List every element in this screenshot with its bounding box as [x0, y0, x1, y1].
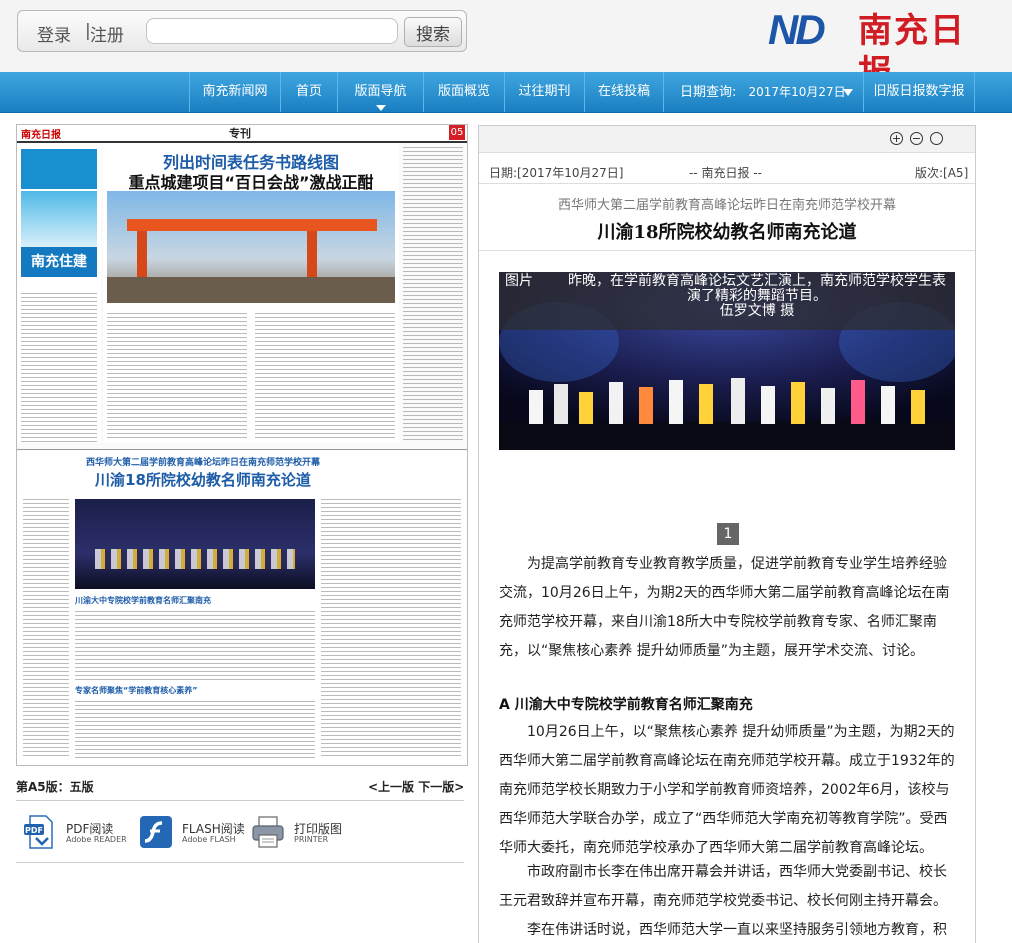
- top-story-headline2: 重点城建项目“百日会战”激战正酣: [128, 173, 374, 192]
- edition-info: 第A5版：五版: [16, 778, 94, 795]
- article-source: -- 南充日报 --: [689, 166, 762, 180]
- article-title: 川渝18所院校幼教名师南充论道: [597, 222, 857, 243]
- date-value: 2017年10月27日: [748, 85, 846, 99]
- article-paragraph-2: 10月26日上午，以“聚焦核心素养 提升幼师质量”为主题，为期2天的西华师大第二…: [499, 724, 955, 856]
- printer-icon: [252, 816, 284, 848]
- left-ad-top: [21, 149, 97, 189]
- main-nav: 南充新闻网 首页 版面导航 版面概览 过往期刊 在线投稿 日期查询: 2017年…: [0, 72, 1012, 113]
- bottom-left-text: [23, 499, 69, 759]
- article-subtitle: 西华师大第二届学前教育高峰论坛昨日在南充师范学校开幕: [557, 198, 896, 213]
- chevron-down-icon: [843, 89, 853, 96]
- divider: [16, 800, 464, 801]
- login-search-box: 登录 | 注册 搜索: [17, 10, 467, 52]
- active-indicator-icon: [375, 105, 386, 111]
- divider: [479, 183, 975, 184]
- top-story-photo: [107, 191, 395, 303]
- bottom-story-kicker: 西华师大第二届学前教育高峰论坛昨日在南充师范学校开幕: [85, 458, 320, 468]
- pdf-read-link[interactable]: PDF PDF阅读 Adobe READER: [22, 814, 132, 854]
- page-divider: [17, 449, 467, 450]
- page-number: 05: [449, 125, 465, 140]
- nav-submit-online[interactable]: 在线投稿: [584, 72, 663, 112]
- bottom-story-headline: 川渝18所院校幼教名师南充论道: [95, 471, 311, 489]
- edition-pager: <上一版 下一版>: [368, 778, 464, 795]
- nav-nanchong-news[interactable]: 南充新闻网: [189, 72, 280, 112]
- prev-edition-link[interactable]: <上一版: [368, 780, 414, 794]
- nav-past-issues[interactable]: 过往期刊: [504, 72, 584, 112]
- site-logo[interactable]: ND 南充日报: [768, 6, 978, 94]
- left-column: 南充住建: [17, 143, 101, 443]
- page-masthead: 南充日报 专刊 05: [17, 125, 467, 143]
- right-column-text: [403, 147, 463, 443]
- article-paragraph-1: 为提高学前教育专业教育教学质量，促进学前教育专业学生培养经验交流，10月26日上…: [499, 556, 950, 659]
- pdf-icon: PDF: [24, 815, 53, 849]
- zoom-reset-icon[interactable]: [930, 132, 943, 145]
- article-date: 日期:[2017年10月27日]: [489, 166, 624, 180]
- top-story-text-2: [255, 313, 395, 441]
- page-masthead-logo: 南充日报: [21, 130, 61, 141]
- svg-text:PDF: PDF: [25, 826, 43, 835]
- page-masthead-tag: 专刊: [229, 127, 251, 140]
- top-bar: 登录 | 注册 搜索 ND 南充日报: [0, 0, 1012, 94]
- flash-read-link[interactable]: FLASH阅读 Adobe FLASH: [138, 814, 248, 854]
- divider: [479, 250, 975, 251]
- edition-label: 第A5版：: [16, 780, 70, 794]
- article-paragraph-3: 市政府副市长李在伟出席开幕会并讲话，西华师大党委副书记、校长王元君致辞并宣布开幕…: [499, 864, 947, 909]
- divider: [16, 862, 464, 863]
- search-input[interactable]: [146, 18, 398, 44]
- photo-label: 图片: [505, 273, 533, 289]
- edition-value: 五版: [69, 780, 94, 794]
- nav-date-query[interactable]: 日期查询: 2017年10月27日: [663, 72, 863, 112]
- flash-icon: [140, 816, 172, 848]
- bottom-right-text: [321, 499, 461, 759]
- login-link[interactable]: 登录: [37, 21, 71, 46]
- left-column-text: [21, 293, 97, 443]
- next-edition-link[interactable]: 下一版>: [418, 780, 464, 794]
- bottom-section-b-text: [75, 701, 315, 759]
- logo-mark: ND: [768, 6, 826, 53]
- article-paragraph-4: 李在伟讲话时说，西华师范大学一直以来坚持服务引领地方教育，积: [527, 922, 947, 938]
- article-edition: 版次:[A5]: [915, 166, 969, 180]
- top-story-text-1: [107, 313, 247, 441]
- section-a-heading: A 川渝大中专院校学前教育名师汇聚南充: [499, 697, 753, 713]
- bottom-section-a: 川渝大中专院校学前教育名师汇聚南充: [75, 596, 211, 605]
- zoom-in-icon[interactable]: +: [890, 132, 903, 145]
- bottom-section-a-text: [75, 611, 315, 681]
- print-page-link[interactable]: 打印版图 PRINTER: [250, 814, 360, 854]
- article-panel: + − 日期:[2017年10月27日] -- 南充日报 -- 版次:[A5] …: [478, 125, 976, 943]
- nav-page-navigation[interactable]: 版面导航: [337, 72, 423, 112]
- photo-credit: 伍罗文博 摄: [719, 303, 795, 319]
- left-ad-city: [21, 191, 97, 247]
- search-button[interactable]: 搜索: [404, 17, 462, 47]
- zoom-toolbar: + −: [479, 126, 975, 153]
- bottom-story: 西华师大第二届学前教育高峰论坛昨日在南充师范学校开幕 川渝18所院校幼教名师南充…: [17, 451, 467, 765]
- nav-old-digital-edition[interactable]: 旧版日报数字报: [863, 72, 975, 112]
- photo-index-badge[interactable]: 1: [717, 523, 739, 545]
- left-banner: 南充住建: [21, 247, 97, 277]
- register-link[interactable]: 注册: [90, 21, 124, 46]
- article-photo[interactable]: 图片 昨晚，在学前教育高峰论坛文艺汇演上，南充师范学校学生表演了精彩的舞蹈节目。…: [499, 272, 955, 450]
- photo-caption: 图片 昨晚，在学前教育高峰论坛文艺汇演上，南充师范学校学生表演了精彩的舞蹈节目。…: [499, 272, 955, 330]
- photo-caption-text: 昨晚，在学前教育高峰论坛文艺汇演上，南充师范学校学生表演了精彩的舞蹈节目。 伍罗文…: [568, 273, 946, 319]
- newspaper-page-image[interactable]: 南充日报 专刊 05 南充住建 列出时间表任务书路线图 重点城建项目“百日会战”…: [16, 124, 468, 766]
- bottom-section-b: 专家名师聚焦“学前教育核心素养”: [75, 686, 198, 695]
- nav-page-overview[interactable]: 版面概览: [423, 72, 504, 112]
- bottom-story-photo: [75, 499, 315, 589]
- top-story: 列出时间表任务书路线图 重点城建项目“百日会战”激战正酣: [103, 143, 399, 443]
- zoom-out-icon[interactable]: −: [910, 132, 923, 145]
- nav-home[interactable]: 首页: [280, 72, 337, 112]
